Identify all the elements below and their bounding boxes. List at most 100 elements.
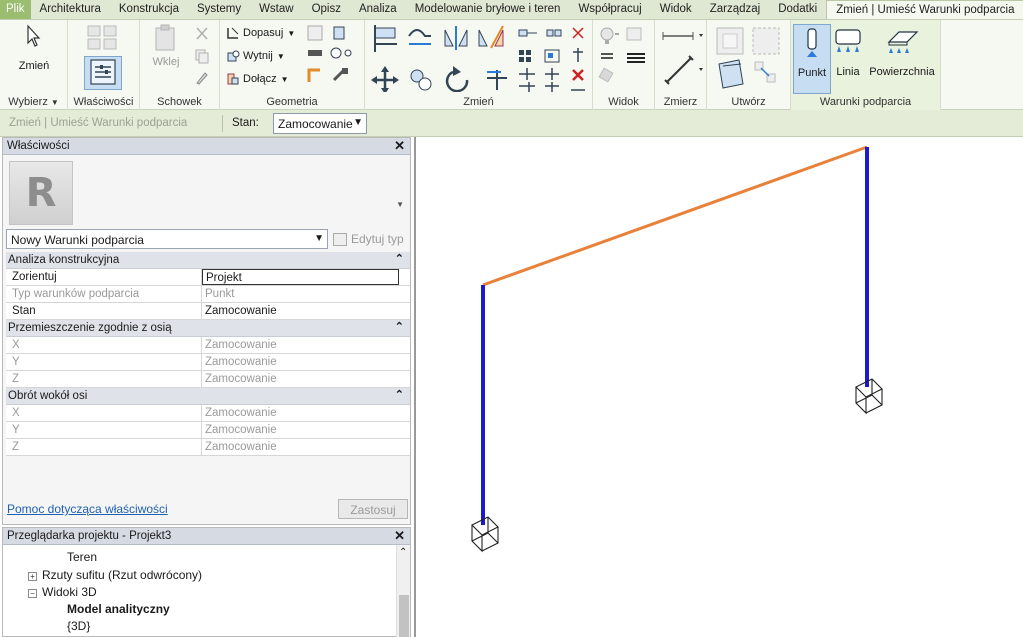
options-bar-divider [222,115,223,132]
boundary-line-button[interactable]: Linia [833,24,863,78]
chevron-down-icon: ▼ [287,28,296,38]
modify-panel-label: Zmień [463,96,494,108]
state-select[interactable]: Zamocowanie ▼ [273,113,367,134]
tree-item-analytical-model[interactable]: Model analityczny [67,602,170,616]
view-panel-label: Widok [608,96,639,108]
tab-structure[interactable]: Konstrukcja [110,0,188,19]
properties-panel-label: Właściwości [73,96,134,108]
point-label: Punkt [797,67,827,79]
ribbon-tab-bar: Plik Architektura Konstrukcja Systemy Ws… [0,0,1023,20]
panel-create: Utwórz [707,20,791,110]
properties-button[interactable] [84,56,122,90]
panel-boundary-conditions: Punkt Linia Powierzchnia Warunki podparc… [791,20,941,110]
tree-item-ceiling-plans[interactable]: + Rzuty sufitu (Rzut odwrócony) [28,568,202,582]
group-structural-analysis[interactable]: Analiza konstrukcyjna ⌃ [6,252,410,269]
chevron-down-icon: ▼ [314,233,324,244]
cut-icon[interactable] [194,26,210,42]
boundary-point-button[interactable]: Punkt [793,24,831,94]
create-tools-icon[interactable] [713,24,789,90]
point-support-icon [807,28,817,57]
panel-geometry: Dopasuj ▼ Wytnij ▼ Dołącz ▼ Geometria [220,20,365,110]
revit-window: Plik Architektura Konstrukcja Systemy Ws… [0,0,1023,637]
edit-type-button[interactable]: Edytuj typ [333,232,404,246]
geometry-tools-icon[interactable] [306,24,362,90]
paste-label: Wklej [152,56,180,68]
area-support-icon [887,31,919,53]
type-selector[interactable]: Nowy Warunki podparcia ▼ [6,229,328,249]
state-label: Stan: [232,117,259,129]
cope-button[interactable]: Dopasuj ▼ [226,26,295,40]
expand-icon[interactable]: + [28,572,37,581]
apply-button[interactable]: Zastosuj [338,499,408,519]
line-label: Linia [836,66,860,78]
tab-annotate[interactable]: Opisz [303,0,350,19]
select-panel-label[interactable]: Wybierz ▼ [0,96,67,108]
tab-systems[interactable]: Systemy [188,0,250,19]
close-icon[interactable]: ✕ [394,138,405,154]
modify-label: Zmień [18,60,50,72]
panel-measure: Zmierz [655,20,707,110]
tree-item-terrain[interactable]: Teren [67,550,97,564]
measure-icon[interactable] [659,24,705,90]
tab-view[interactable]: Widok [651,0,701,19]
modify-button[interactable]: Zmień [10,24,58,72]
state-select-value: Zamocowanie [278,117,353,131]
collapse-icon[interactable]: ⌃ [395,320,404,333]
property-row[interactable]: X Zamocowanie [6,405,410,422]
cursor-arrow-icon [27,24,41,47]
close-icon[interactable]: ✕ [394,528,405,544]
options-bar: Zmień | Umieść Warunki podparcia Stan: Z… [0,110,1023,137]
tab-addins[interactable]: Dodatki [769,0,826,19]
properties-title: Właściwości [7,140,70,152]
property-row[interactable]: X Zamocowanie [6,337,410,354]
line-support-icon [835,29,861,52]
3d-viewport[interactable] [414,137,1023,637]
view-tools-icon[interactable] [597,24,653,90]
property-row[interactable]: Z Zamocowanie [6,371,410,388]
chevron-up-icon[interactable]: ⌃ [399,547,407,558]
modify-tools-icon[interactable] [369,22,591,92]
boundary-area-button[interactable]: Powierzchnia [867,24,937,78]
analytical-model-canvas[interactable] [416,137,1023,637]
properties-help-link[interactable]: Pomoc dotycząca właściwości [7,502,168,516]
property-row[interactable]: Zorientuj Projekt [6,269,410,286]
collapse-icon[interactable]: ⌃ [395,252,404,265]
tree-item-default-3d[interactable]: {3D} [67,619,90,633]
cut-geometry-button[interactable]: Wytnij ▼ [226,49,285,63]
type-selector-icon [87,25,117,50]
property-row[interactable]: Typ warunków podparcia Punkt [6,286,410,303]
collapse-icon[interactable]: ⌃ [395,388,404,401]
paste-button[interactable]: Wklej [148,24,184,68]
property-row[interactable]: Z Zamocowanie [6,439,410,456]
scrollbar-thumb[interactable] [399,595,409,637]
analytical-beam[interactable] [482,145,868,287]
match-properties-icon[interactable] [194,70,210,86]
tree-item-3d-views[interactable]: − Widoki 3D [28,585,97,599]
chevron-down-icon[interactable]: ▼ [396,200,404,209]
tab-modify-boundary[interactable]: Zmień | Umieść Warunki podparcia [826,0,1023,19]
paste-icon [155,24,175,51]
panel-modify: Zmień [365,20,593,110]
tab-analyze[interactable]: Analiza [350,0,406,19]
tab-file[interactable]: Plik [0,0,31,19]
join-button[interactable]: Dołącz ▼ [226,72,289,86]
group-rotation[interactable]: Obrót wokół osi ⌃ [6,388,410,405]
create-panel-label: Utwórz [731,96,766,108]
tab-insert[interactable]: Wstaw [250,0,303,19]
tab-collaborate[interactable]: Współpracuj [569,0,650,19]
area-label: Powierzchnia [869,66,935,78]
edit-type-icon [333,232,347,246]
panel-view: Widok [593,20,655,110]
property-row[interactable]: Y Zamocowanie [6,422,410,439]
tab-manage[interactable]: Zarządzaj [701,0,770,19]
copy-icon[interactable] [194,48,210,64]
orient-value-field[interactable]: Projekt [202,269,399,285]
tab-massing[interactable]: Modelowanie bryłowe i teren [406,0,570,19]
property-row[interactable]: Y Zamocowanie [6,354,410,371]
tab-architecture[interactable]: Architektura [31,0,110,19]
browser-scrollbar[interactable]: ⌃ [396,545,410,637]
property-row[interactable]: Stan Zamocowanie [6,303,410,320]
properties-title-bar: Właściwości ✕ [3,138,410,155]
collapse-icon[interactable]: − [28,589,37,598]
group-translation[interactable]: Przemieszczenie zgodnie z osią ⌃ [6,320,410,337]
